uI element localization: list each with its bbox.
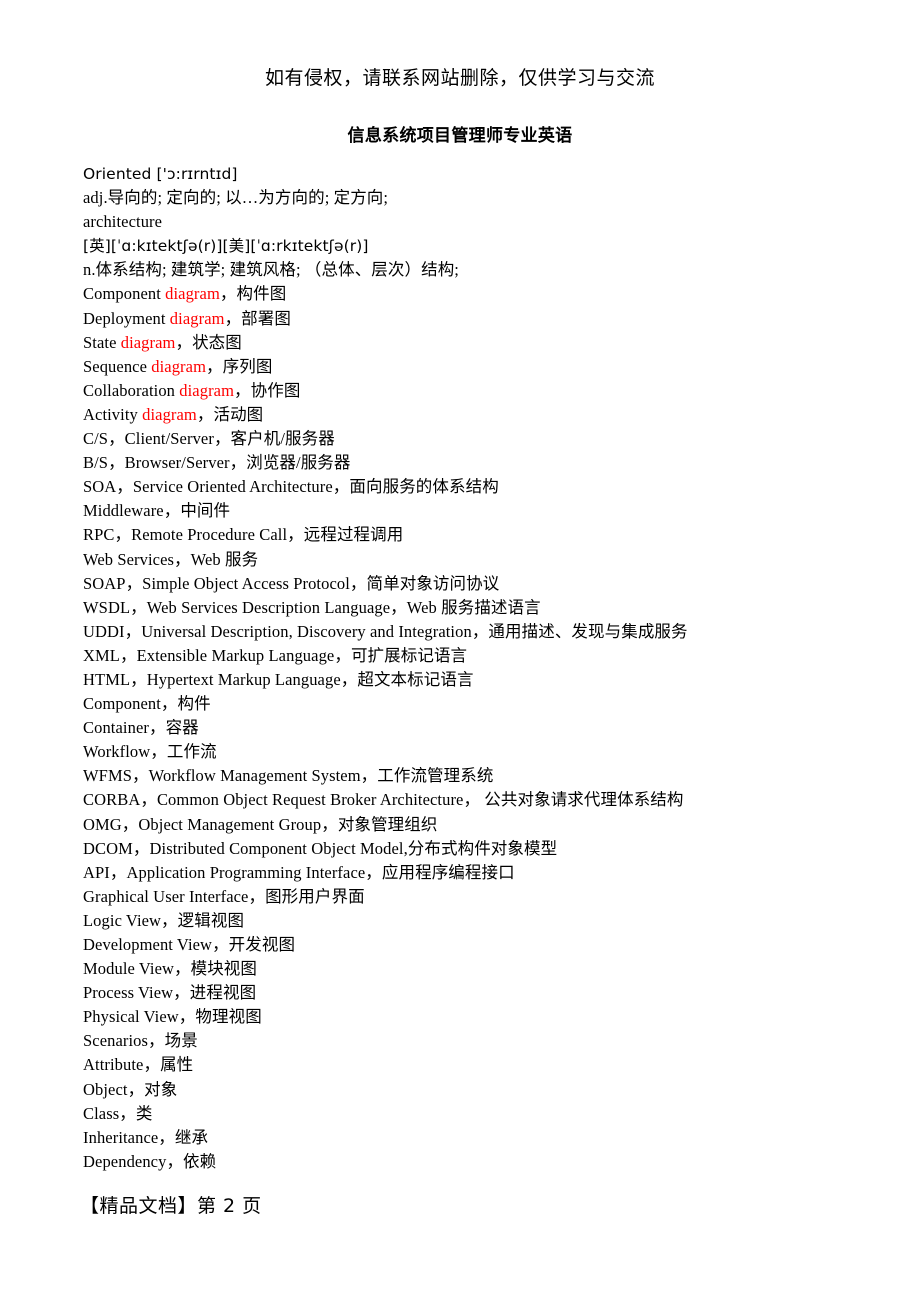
glossary-line-api: API，Application Programming Interface，应用… bbox=[83, 862, 515, 882]
glossary-line-oriented-definition: adj.导向的; 定向的; 以…为方向的; 定方向; bbox=[83, 188, 389, 208]
glossary-line-uddi: UDDI，Universal Description, Discovery an… bbox=[83, 621, 688, 641]
glossary-line-component: Component，构件 bbox=[83, 694, 211, 714]
glossary-line-inheritance: Inheritance，继承 bbox=[83, 1127, 209, 1147]
glossary-list: Oriented ['ɔ:rɪrntɪd] adj.导向的; 定向的; 以…为方向… bbox=[83, 162, 883, 1174]
highlighted-term: diagram bbox=[142, 404, 197, 424]
copyright-notice: 如有侵权，请联系网站删除，仅供学习与交流 bbox=[264, 67, 655, 89]
glossary-line-gui: Graphical User Interface，图形用户界面 bbox=[83, 886, 365, 906]
glossary-line-architecture-definition: n.体系结构; 建筑学; 建筑风格; （总体、层次）结构; bbox=[83, 260, 459, 280]
glossary-line-scenarios: Scenarios，场景 bbox=[83, 1031, 198, 1051]
glossary-line-architecture-ipa: [英][ˈɑ:kɪtektʃə(r)][美][ˈɑ:rkɪtektʃə(r)] bbox=[83, 237, 369, 256]
highlighted-term: diagram bbox=[179, 380, 235, 400]
glossary-line-web-services: Web Services，Web 服务 bbox=[83, 549, 259, 569]
glossary-line-bs: B/S，Browser/Server，浏览器/服务器 bbox=[83, 453, 351, 473]
highlighted-term: diagram bbox=[120, 332, 176, 352]
page-footer: 【精品文档】第 2 页 bbox=[80, 1195, 262, 1217]
glossary-line-object: Object，对象 bbox=[83, 1079, 178, 1099]
glossary-line-soap: SOAP，Simple Object Access Protocol，简单对象访… bbox=[83, 573, 500, 593]
glossary-line-component-diagram: Component diagram，构件图 bbox=[83, 284, 287, 304]
glossary-line-sequence-diagram: Sequence diagram，序列图 bbox=[83, 356, 273, 376]
glossary-line-container: Container，容器 bbox=[83, 718, 199, 738]
glossary-line-html: HTML，Hypertext Markup Language，超文本标记语言 bbox=[83, 669, 474, 689]
page-title: 信息系统项目管理师专业英语 bbox=[347, 126, 573, 146]
glossary-line-process-view: Process View，进程视图 bbox=[83, 983, 257, 1003]
glossary-line-module-view: Module View，模块视图 bbox=[83, 959, 258, 979]
glossary-line-middleware: Middleware，中间件 bbox=[83, 501, 231, 521]
highlighted-term: diagram bbox=[165, 284, 220, 304]
glossary-line-soa: SOA，Service Oriented Architecture，面向服务的体… bbox=[83, 477, 499, 497]
glossary-line-dependency: Dependency，依赖 bbox=[83, 1151, 217, 1171]
glossary-line-workflow: Workflow，工作流 bbox=[83, 742, 217, 762]
glossary-line-state-diagram: State diagram，状态图 bbox=[83, 332, 242, 352]
glossary-line-corba: CORBA，Common Object Request Broker Archi… bbox=[83, 790, 684, 810]
glossary-line-omg: OMG，Object Management Group，对象管理组织 bbox=[83, 814, 438, 834]
glossary-line-xml: XML，Extensible Markup Language，可扩展标记语言 bbox=[83, 645, 468, 665]
highlighted-term: diagram bbox=[169, 308, 225, 328]
glossary-line-cs: C/S，Client/Server，客户机/服务器 bbox=[83, 429, 335, 449]
glossary-line-development-view: Development View，开发视图 bbox=[83, 935, 296, 954]
glossary-line-activity-diagram: Activity diagram，活动图 bbox=[83, 404, 264, 424]
document-page: 如有侵权，请联系网站删除，仅供学习与交流 信息系统项目管理师专业英语 Orien… bbox=[0, 0, 920, 1302]
glossary-line-collaboration-diagram: Collaboration diagram，协作图 bbox=[83, 380, 301, 400]
glossary-line-wfms: WFMS，Workflow Management System，工作流管理系统 bbox=[83, 766, 494, 786]
glossary-line-architecture-headword: architecture bbox=[83, 212, 163, 232]
glossary-line-attribute: Attribute，属性 bbox=[83, 1055, 194, 1075]
glossary-line-physical-view: Physical View，物理视图 bbox=[83, 1007, 262, 1027]
glossary-line-oriented-headword: Oriented ['ɔ:rɪrntɪd] bbox=[83, 165, 238, 183]
highlighted-term: diagram bbox=[151, 356, 207, 376]
glossary-line-deployment-diagram: Deployment diagram，部署图 bbox=[83, 308, 291, 328]
glossary-line-wsdl: WSDL，Web Services Description Language，W… bbox=[83, 597, 541, 617]
glossary-line-class: Class，类 bbox=[83, 1103, 153, 1123]
glossary-line-logic-view: Logic View，逻辑视图 bbox=[83, 910, 245, 930]
glossary-line-dcom: DCOM，Distributed Component Object Model,… bbox=[83, 838, 558, 858]
glossary-line-rpc: RPC，Remote Procedure Call，远程过程调用 bbox=[83, 525, 404, 545]
